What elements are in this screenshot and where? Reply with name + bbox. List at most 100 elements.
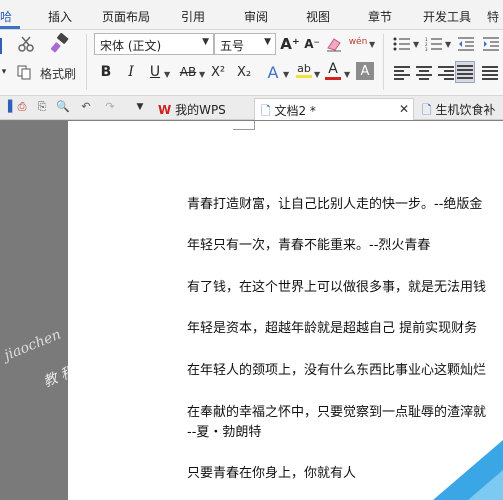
paragraph[interactable]: 在奉献的幸福之怀中，只要觉察到一点耻辱的渣滓就 bbox=[187, 404, 486, 422]
chevron-down-icon[interactable]: ▼ bbox=[199, 70, 205, 79]
format-painter-label[interactable]: 格式刷 bbox=[40, 65, 76, 82]
quick-access-chevron-icon[interactable]: ▼ bbox=[132, 102, 148, 118]
align-left-icon[interactable] bbox=[394, 66, 410, 80]
print-preview-icon[interactable]: 🔍 bbox=[55, 100, 71, 116]
tab-label: 生机饮食补 bbox=[435, 103, 496, 117]
close-icon[interactable]: ✕ bbox=[399, 102, 409, 116]
document-icon: 🗋 bbox=[261, 104, 271, 118]
paragraph[interactable]: --夏・勃朗特 bbox=[187, 424, 261, 442]
menu-item-chapter[interactable]: 章节 bbox=[368, 8, 392, 25]
ribbon-separator bbox=[86, 34, 87, 90]
numbered-list-icon[interactable]: 123 bbox=[424, 36, 444, 52]
copy-icon[interactable] bbox=[15, 63, 33, 81]
clear-format-button[interactable] bbox=[324, 34, 344, 54]
watermark-text: jiaochen bbox=[2, 326, 64, 364]
pinyin-guide-button[interactable]: wén bbox=[348, 32, 368, 52]
svg-text:3: 3 bbox=[425, 47, 428, 51]
font-color-button[interactable]: A bbox=[323, 60, 343, 80]
chevron-down-icon[interactable]: ▼ bbox=[283, 70, 289, 79]
grow-font-button[interactable]: A⁺ bbox=[280, 34, 300, 54]
margin-crop-mark bbox=[233, 129, 255, 130]
chevron-down-icon: ▼ bbox=[264, 37, 271, 47]
tab-other-document[interactable]: 🗋 生机饮食补 bbox=[416, 98, 503, 120]
tab-my-wps[interactable]: W 我的WPS bbox=[152, 98, 252, 120]
document-workspace[interactable]: jiaochen 教 程 青春打造财富，让自己比别人走的快一步。--绝版金 年轻… bbox=[0, 121, 503, 500]
paragraph[interactable]: 年轻只有一次，青春不能重来。--烈火青春 bbox=[187, 237, 430, 255]
chevron-down-icon[interactable]: ▼ bbox=[344, 70, 350, 79]
increase-indent-icon[interactable] bbox=[482, 36, 500, 52]
text-effect-icon: A bbox=[267, 62, 279, 82]
redo-icon[interactable]: ↷ bbox=[102, 100, 118, 116]
chevron-down-icon[interactable]: ▼ bbox=[369, 40, 375, 49]
font-name-select[interactable]: 宋体 (正文) ▼ bbox=[94, 33, 214, 55]
align-right-icon[interactable] bbox=[438, 66, 454, 80]
decorative-corner bbox=[468, 470, 503, 500]
margin-crop-mark bbox=[254, 121, 255, 130]
highlighter-icon: ab bbox=[297, 62, 311, 75]
font-size-value: 五号 bbox=[220, 39, 245, 53]
paste-icon-partial[interactable] bbox=[0, 38, 10, 54]
chevron-down-icon: ▼ bbox=[202, 37, 209, 47]
eraser-icon bbox=[327, 38, 341, 52]
export-pdf-icon[interactable]: ⎙ bbox=[14, 100, 30, 116]
superscript-icon: X² bbox=[210, 64, 226, 80]
clipboard-arrow-icon[interactable]: ▾ bbox=[0, 66, 8, 78]
paragraph[interactable]: 青春打造财富，让自己比别人走的快一步。--绝版金 bbox=[187, 196, 482, 214]
decrease-indent-icon[interactable] bbox=[457, 36, 475, 52]
chevron-down-icon[interactable]: ▼ bbox=[413, 40, 419, 49]
italic-icon: I bbox=[128, 64, 134, 80]
menu-item-view[interactable]: 视图 bbox=[306, 8, 330, 25]
format-painter-icon[interactable] bbox=[48, 32, 72, 56]
justify-button[interactable] bbox=[455, 61, 475, 83]
paragraph[interactable]: 只要青春在你身上，你就有人 bbox=[187, 465, 356, 483]
bullet-list-icon[interactable] bbox=[392, 36, 412, 52]
menu-bar: 哈 插入 页面布局 引用 审阅 视图 章节 开发工具 特 bbox=[0, 0, 503, 30]
superscript-button[interactable]: X² bbox=[207, 62, 229, 82]
shrink-font-button[interactable]: A⁻ bbox=[302, 34, 322, 54]
active-menu-underline bbox=[0, 26, 20, 29]
tab-document2[interactable]: 🗋 文档2 * ✕ bbox=[254, 98, 414, 120]
ribbon: ▾ 格式刷 宋体 (正文) ▼ 五号 ▼ A⁺ A⁻ wén ▼ B I U ▼… bbox=[0, 30, 503, 96]
highlight-button[interactable]: ab bbox=[294, 60, 314, 80]
subscript-button[interactable]: X₂ bbox=[233, 62, 255, 82]
underline-button[interactable]: U bbox=[145, 62, 165, 82]
undo-icon[interactable]: ↶ bbox=[78, 100, 94, 116]
paragraph[interactable]: 在年轻人的颈项上，没有什么东西比事业心这颗灿烂 bbox=[187, 362, 486, 380]
text-effect-button[interactable]: A bbox=[263, 62, 283, 82]
ribbon-separator bbox=[383, 34, 384, 90]
font-size-select[interactable]: 五号 ▼ bbox=[214, 33, 276, 55]
align-center-icon[interactable] bbox=[416, 66, 432, 80]
menu-item-developer[interactable]: 开发工具 bbox=[423, 8, 471, 25]
strikethrough-icon: AB bbox=[179, 65, 197, 79]
chevron-down-icon[interactable]: ▼ bbox=[445, 40, 451, 49]
italic-button[interactable]: I bbox=[121, 62, 141, 82]
justify-icon bbox=[457, 65, 473, 79]
paragraph[interactable]: 年轻是资本，超越年龄就是超越自己 提前实现财务 bbox=[187, 320, 477, 338]
distributed-align-icon[interactable] bbox=[482, 66, 498, 80]
menu-item-insert[interactable]: 插入 bbox=[48, 8, 72, 25]
character-shading-button[interactable]: A bbox=[356, 62, 374, 80]
pinyin-icon: wén bbox=[348, 37, 368, 47]
tab-label: 我的WPS bbox=[175, 103, 226, 117]
strikethrough-button[interactable]: AB bbox=[176, 62, 200, 82]
menu-item-page-layout[interactable]: 页面布局 bbox=[102, 8, 150, 25]
font-color-icon: A bbox=[328, 60, 338, 77]
print-icon[interactable]: ⎘ bbox=[34, 100, 50, 116]
bold-button[interactable]: B bbox=[96, 62, 116, 82]
cut-icon[interactable] bbox=[16, 34, 36, 54]
bold-icon: B bbox=[100, 64, 112, 80]
chevron-down-icon[interactable]: ▼ bbox=[314, 70, 320, 79]
subscript-icon: X₂ bbox=[236, 64, 252, 80]
font-name-value: 宋体 (正文) bbox=[100, 39, 162, 53]
menu-item-start[interactable]: 哈 bbox=[0, 8, 12, 25]
font-color-bar bbox=[325, 76, 341, 80]
menu-item-overflow[interactable]: 特 bbox=[487, 8, 499, 25]
highlight-color-bar bbox=[296, 75, 312, 78]
tab-label: 文档2 * bbox=[274, 104, 316, 118]
paragraph[interactable]: 有了钱，在这个世界上可以做很多事，就是无法用钱 bbox=[187, 279, 486, 297]
wps-logo-icon: W bbox=[158, 103, 172, 117]
document-tab-bar: ▐ ⎙ ⎘ 🔍 ↶ ↷ ▼ W 我的WPS 🗋 文档2 * ✕ 🗋 生机饮食补 bbox=[0, 96, 503, 120]
menu-item-review[interactable]: 审阅 bbox=[244, 8, 268, 25]
chevron-down-icon[interactable]: ▼ bbox=[164, 70, 170, 79]
menu-item-references[interactable]: 引用 bbox=[181, 8, 205, 25]
